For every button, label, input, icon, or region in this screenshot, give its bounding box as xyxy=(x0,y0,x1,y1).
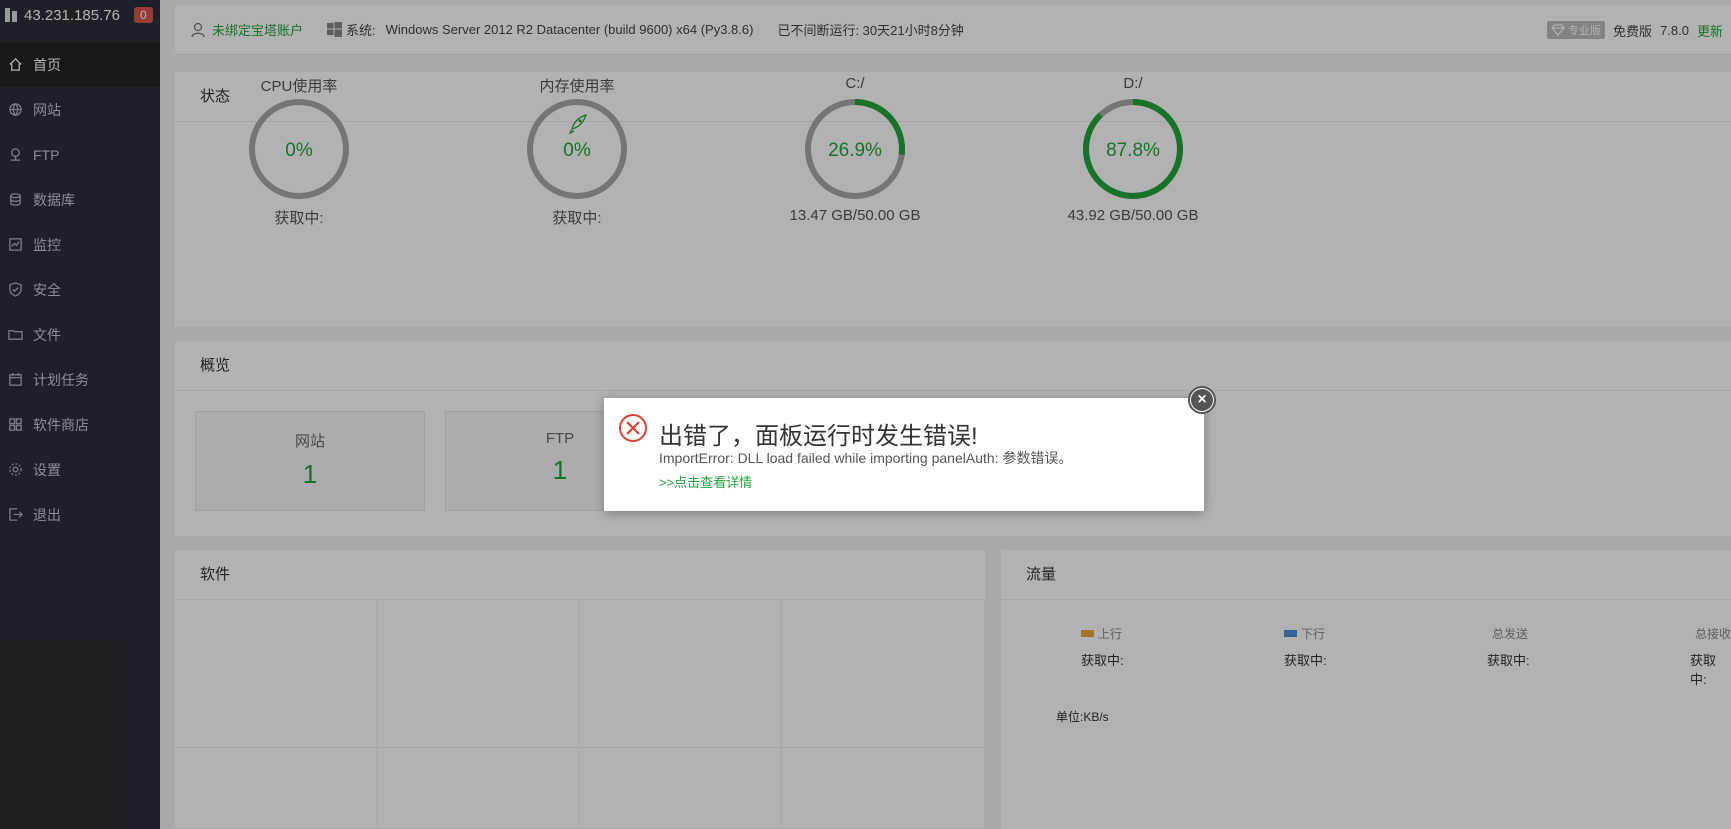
view-details-link[interactable]: >>点击查看详情 xyxy=(659,472,752,491)
close-icon: × xyxy=(1191,389,1213,411)
close-button[interactable]: × xyxy=(1188,386,1216,414)
error-icon xyxy=(619,414,647,442)
error-dialog: 出错了，面板运行时发生错误! ImportError: DLL load fai… xyxy=(604,386,1216,511)
error-title: 出错了，面板运行时发生错误! xyxy=(659,423,978,450)
error-message: ImportError: DLL load failed while impor… xyxy=(659,450,1073,466)
